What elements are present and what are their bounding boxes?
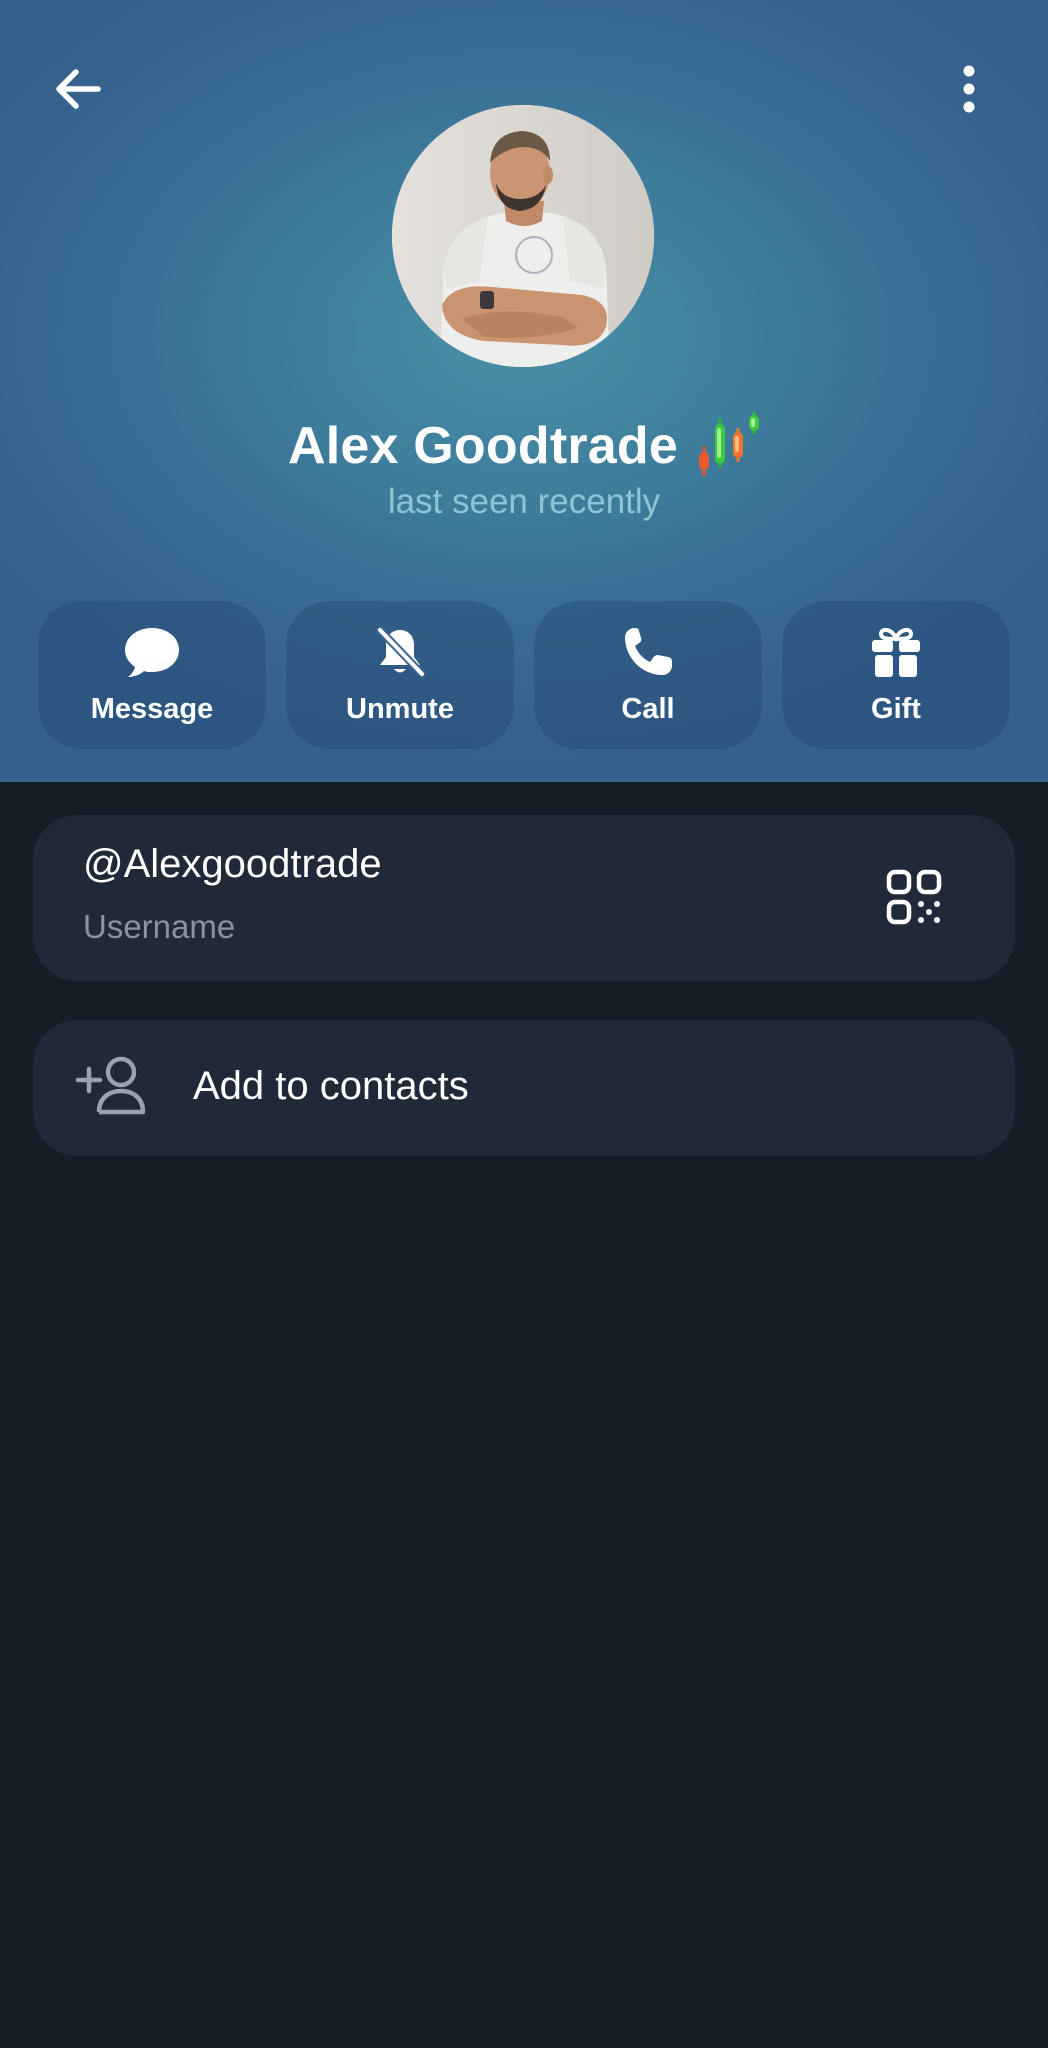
avatar[interactable] [392, 105, 654, 367]
add-to-contacts-label: Add to contacts [193, 1064, 469, 1108]
unmute-button-label: Unmute [346, 693, 454, 725]
gift-button-label: Gift [871, 693, 921, 725]
back-button[interactable] [44, 55, 112, 123]
username-card[interactable]: @Alexgoodtrade Username [33, 815, 1015, 981]
message-button[interactable]: Message [38, 601, 266, 749]
add-user-icon [75, 1056, 146, 1115]
qr-code-button[interactable] [878, 861, 950, 933]
arrow-left-icon [56, 69, 101, 109]
phone-icon [625, 628, 672, 675]
username-caption: Username [83, 908, 236, 945]
call-button[interactable]: Call [534, 601, 762, 749]
profile-header: Alex Goodtrade last seen recently Messag… [0, 0, 1048, 782]
gift-icon [872, 627, 920, 677]
name-row: Alex Goodtrade [0, 410, 1048, 482]
username-value[interactable]: @Alexgoodtrade [83, 842, 382, 887]
action-buttons: Message Unmute Call Gift [38, 601, 1010, 749]
avatar-photo [392, 105, 654, 367]
bell-off-icon [376, 626, 426, 678]
chat-bubble-icon [125, 628, 179, 677]
candlestick-chart-emoji-icon[interactable] [696, 412, 760, 480]
more-options-button[interactable] [935, 55, 1003, 123]
last-seen-status: last seen recently [387, 482, 661, 521]
profile-screen: Alex Goodtrade last seen recently Messag… [0, 0, 1048, 2048]
profile-name: Alex Goodtrade [288, 417, 678, 475]
message-button-label: Message [90, 693, 214, 725]
unmute-button[interactable]: Unmute [286, 601, 514, 749]
call-button-label: Call [621, 693, 675, 725]
add-to-contacts-row[interactable]: Add to contacts [33, 1020, 1015, 1156]
gift-button[interactable]: Gift [782, 601, 1010, 749]
more-vertical-icon [963, 65, 975, 113]
qr-code-icon [886, 869, 942, 925]
